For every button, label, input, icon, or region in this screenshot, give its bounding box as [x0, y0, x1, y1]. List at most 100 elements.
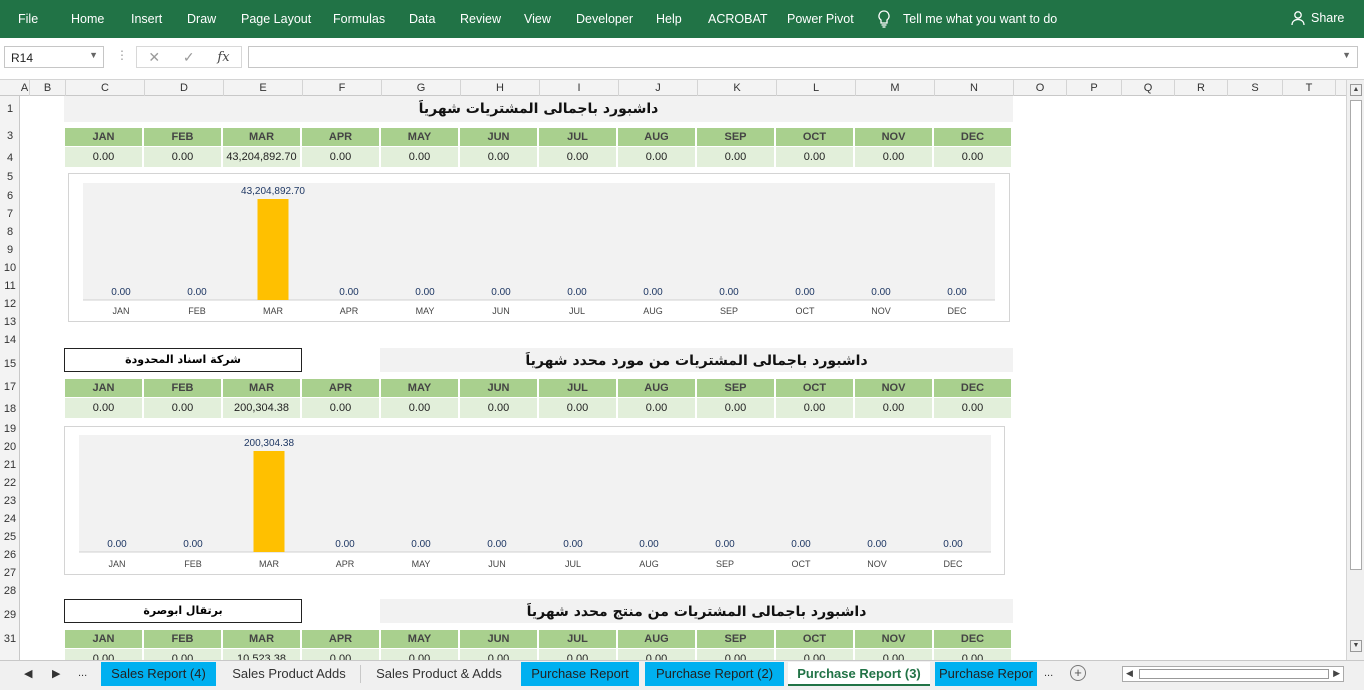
column-header-d[interactable]: D [145, 80, 224, 96]
sheet-tab-purchase-report-3[interactable]: Purchase Report (3) [788, 662, 930, 686]
scroll-down-icon[interactable]: ▼ [1350, 640, 1362, 652]
month-value-cell[interactable]: 0.00 [539, 398, 616, 418]
column-header-r[interactable]: R [1175, 80, 1228, 96]
bar-mar[interactable] [253, 451, 285, 552]
row-header-22[interactable]: 22 [0, 477, 19, 489]
menu-developer[interactable]: Developer [576, 12, 633, 26]
row-header-6[interactable]: 6 [0, 190, 19, 202]
column-header-b[interactable]: B [30, 80, 66, 96]
menu-view[interactable]: View [524, 12, 551, 26]
month-value-cell[interactable]: 0.00 [697, 398, 774, 418]
month-value-cell[interactable]: 0.00 [381, 398, 458, 418]
month-value-cell[interactable]: 0.00 [776, 398, 853, 418]
month-value-cell[interactable]: 0.00 [618, 398, 695, 418]
month-value-cell[interactable]: 0.00 [302, 398, 379, 418]
row-header-11[interactable]: 11 [0, 280, 19, 292]
column-header-f[interactable]: F [303, 80, 382, 96]
more-sheets-right[interactable]: ... [1044, 667, 1053, 679]
row-header-18[interactable]: 18 [0, 403, 19, 415]
bar-mar[interactable] [257, 199, 289, 300]
month-value-cell[interactable]: 0.00 [618, 649, 695, 660]
month-value-cell[interactable]: 0.00 [460, 147, 537, 167]
row-header-29[interactable]: 29 [0, 609, 19, 621]
month-value-cell[interactable]: 0.00 [539, 147, 616, 167]
month-value-cell[interactable]: 0.00 [934, 398, 1011, 418]
month-value-cell[interactable]: 0.00 [460, 398, 537, 418]
insert-function-icon[interactable]: fx [217, 50, 229, 65]
chart-1[interactable]: 0.00 JAN 0.00 FEB 43,204,892.70 MAR 0.00 APR 0.0… [68, 173, 1010, 322]
menu-acrobat[interactable]: ACROBAT [708, 12, 768, 26]
product-name-box[interactable]: برتقال ابوصرة [64, 599, 302, 623]
row-header-28[interactable]: 28 [0, 585, 19, 597]
menu-power-pivot[interactable]: Power Pivot [787, 12, 854, 26]
row-header-7[interactable]: 7 [0, 208, 19, 220]
horizontal-scroll-thumb[interactable] [1139, 669, 1329, 679]
month-value-cell[interactable]: 0.00 [65, 147, 142, 167]
month-value-cell[interactable]: 0.00 [776, 649, 853, 660]
prev-sheet-icon[interactable]: ◀ [24, 667, 32, 680]
month-value-cell[interactable]: 0.00 [618, 147, 695, 167]
scroll-left-icon[interactable]: ◀ [1126, 668, 1133, 679]
chart-2[interactable]: 0.00 JAN 0.00 FEB 200,304.38 MAR 0.00 APR 0.00 MA… [64, 426, 1005, 575]
row-header-10[interactable]: 10 [0, 262, 19, 274]
column-header-i[interactable]: I [540, 80, 619, 96]
month-value-cell[interactable]: 0.00 [302, 147, 379, 167]
vertical-scrollbar[interactable]: ▲ ▼ [1346, 80, 1364, 660]
column-header-o[interactable]: O [1014, 80, 1067, 96]
horizontal-scrollbar[interactable]: ◀ ▶ [1122, 666, 1344, 682]
enter-icon[interactable]: ✓ [183, 49, 195, 66]
worksheet[interactable]: داشبورد باجمالى المشتريات شهرياَ JAN FEB M… [20, 96, 1346, 660]
column-header-c[interactable]: C [66, 80, 145, 96]
share-button[interactable]: Share [1290, 10, 1344, 26]
month-value-cell[interactable]: 43,204,892.70 [223, 147, 300, 167]
menu-draw[interactable]: Draw [187, 12, 216, 26]
month-value-cell[interactable]: 0.00 [697, 649, 774, 660]
month-value-cell[interactable]: 0.00 [934, 147, 1011, 167]
column-header-p[interactable]: P [1067, 80, 1122, 96]
formula-input[interactable]: ▼ [248, 46, 1358, 68]
menu-insert[interactable]: Insert [131, 12, 162, 26]
menu-help[interactable]: Help [656, 12, 682, 26]
cancel-icon[interactable]: ✕ [148, 49, 160, 66]
row-header-25[interactable]: 25 [0, 531, 19, 543]
row-header-1[interactable]: 1 [0, 103, 19, 115]
tell-me-search[interactable]: Tell me what you want to do [877, 10, 1057, 28]
month-value-cell[interactable]: 0.00 [855, 398, 932, 418]
row-header-15[interactable]: 15 [0, 358, 19, 370]
column-header-s[interactable]: S [1228, 80, 1283, 96]
next-sheet-icon[interactable]: ▶ [52, 667, 60, 680]
month-value-cell[interactable]: 0.00 [460, 649, 537, 660]
row-header-26[interactable]: 26 [0, 549, 19, 561]
menu-formulas[interactable]: Formulas [333, 12, 385, 26]
formula-bar-grip-icon[interactable]: ⋮ [116, 48, 128, 62]
column-header-q[interactable]: Q [1122, 80, 1175, 96]
row-header-4[interactable]: 4 [0, 152, 19, 164]
expand-formula-icon[interactable]: ▼ [1342, 50, 1351, 60]
column-header-e[interactable]: E [224, 80, 303, 96]
month-value-cell[interactable]: 0.00 [776, 147, 853, 167]
supplier-name-box[interactable]: شركة اسناد المحدودة [64, 348, 302, 372]
row-header-12[interactable]: 12 [0, 298, 19, 310]
row-header-5[interactable]: 5 [0, 171, 19, 183]
scroll-up-icon[interactable]: ▲ [1350, 84, 1362, 96]
month-value-cell[interactable]: 0.00 [855, 147, 932, 167]
month-value-cell[interactable]: 0.00 [934, 649, 1011, 660]
name-box[interactable]: R14 ▼ [4, 46, 104, 68]
month-value-cell[interactable]: 0.00 [302, 649, 379, 660]
name-box-dropdown-icon[interactable]: ▼ [89, 50, 98, 60]
row-header-21[interactable]: 21 [0, 459, 19, 471]
month-value-cell[interactable]: 0.00 [381, 147, 458, 167]
menu-home[interactable]: Home [71, 12, 104, 26]
column-header-a[interactable]: A [20, 80, 30, 96]
row-header-8[interactable]: 8 [0, 226, 19, 238]
month-value-cell[interactable]: 0.00 [697, 147, 774, 167]
menu-data[interactable]: Data [409, 12, 435, 26]
row-header-31[interactable]: 31 [0, 633, 19, 645]
column-header-k[interactable]: K [698, 80, 777, 96]
row-header-17[interactable]: 17 [0, 381, 19, 393]
row-header-20[interactable]: 20 [0, 441, 19, 453]
row-header-24[interactable]: 24 [0, 513, 19, 525]
row-header-23[interactable]: 23 [0, 495, 19, 507]
sheet-tab-purchase-report-2[interactable]: Purchase Report (2) [645, 662, 784, 686]
row-header-19[interactable]: 19 [0, 423, 19, 435]
